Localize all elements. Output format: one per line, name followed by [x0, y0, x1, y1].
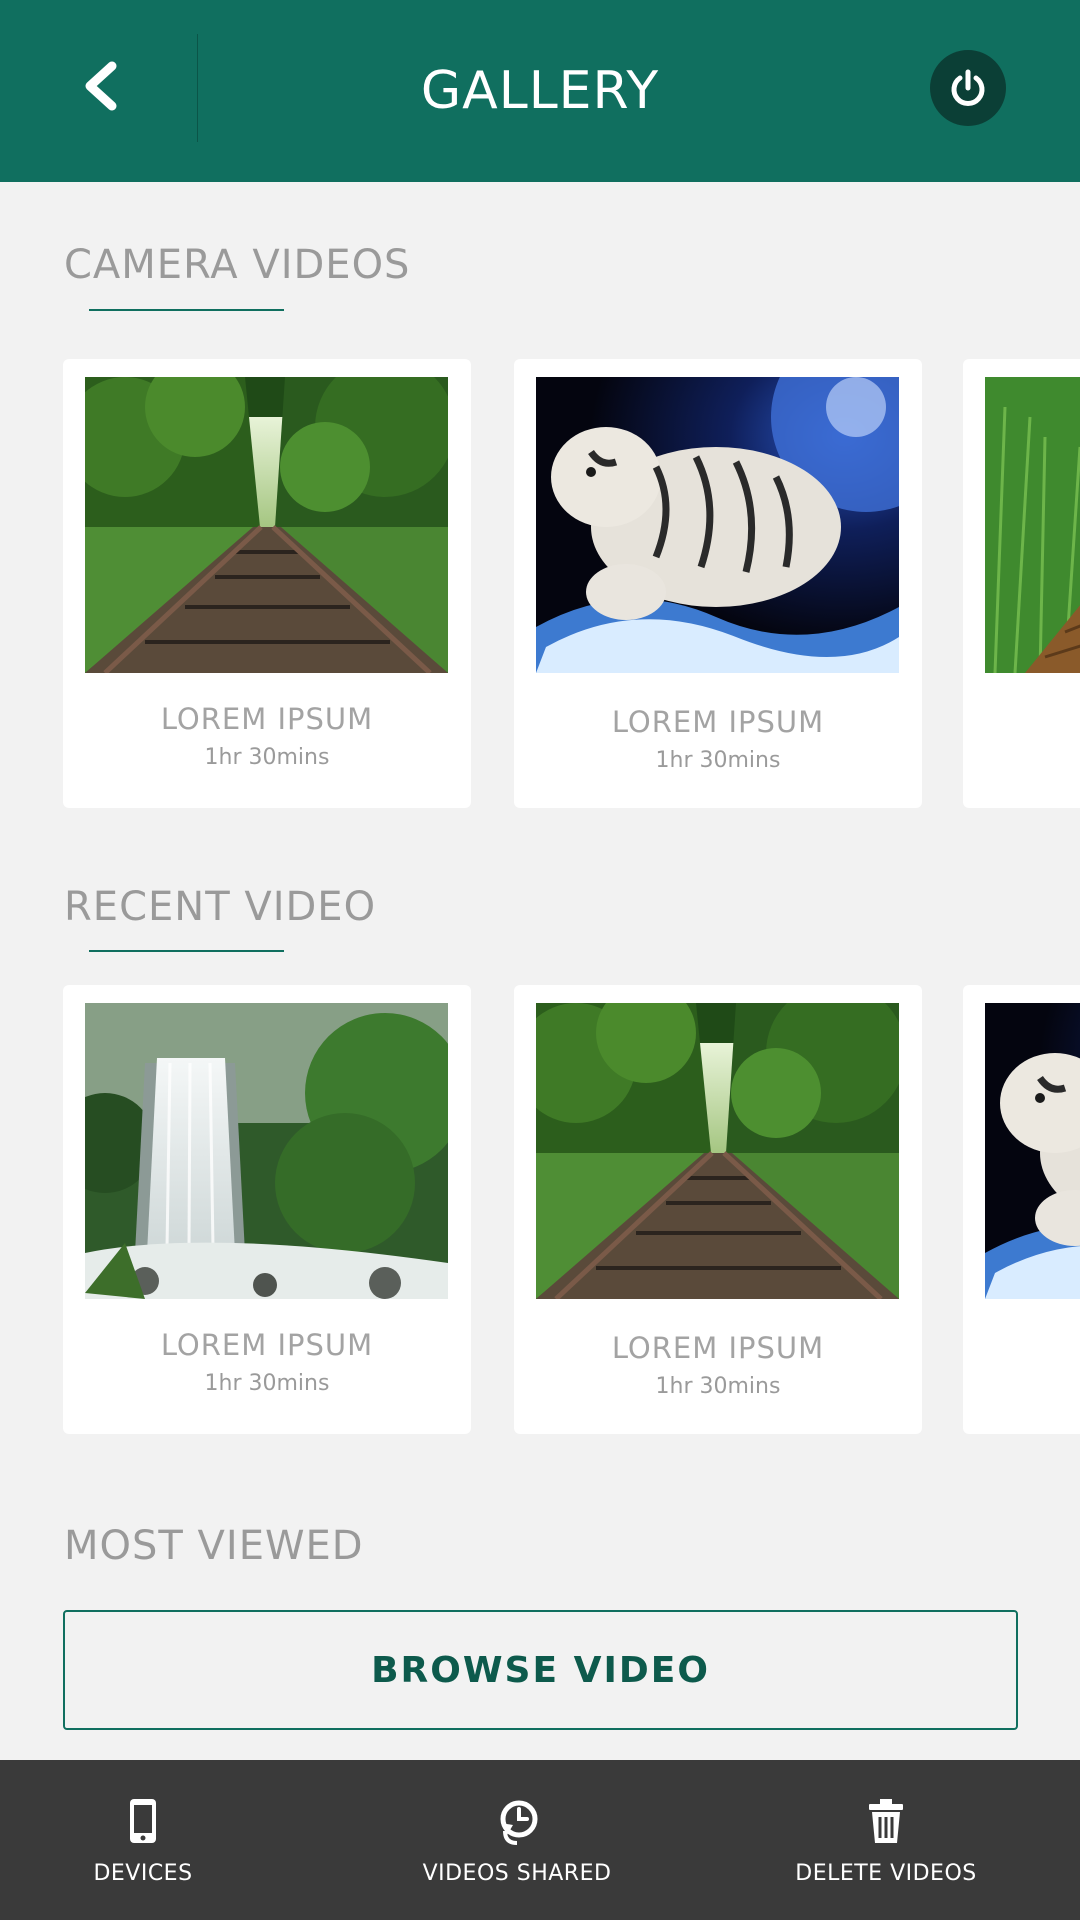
nav-item-devices[interactable]: DEVICES	[63, 1760, 223, 1920]
video-duration: 1hr 30mins	[204, 745, 330, 770]
trash-icon	[868, 1795, 904, 1847]
browse-video-button[interactable]: BROWSE VIDEO	[63, 1610, 1018, 1730]
video-title: LOREM IPSUM	[611, 705, 825, 739]
recent-video-title: RECENT VIDEO	[64, 884, 377, 930]
video-card[interactable]	[963, 359, 1080, 808]
recent-video-underline	[89, 950, 284, 952]
app-header: GALLERY	[0, 0, 1080, 182]
video-title: LOREM IPSUM	[160, 702, 374, 736]
video-title: LOREM IPSUM	[611, 1331, 825, 1365]
video-thumbnail	[536, 1003, 899, 1299]
nav-label: DEVICES	[93, 1860, 193, 1886]
bottom-nav: DEVICES VIDEOS SHARED DELETE VIDEOS	[0, 1760, 1080, 1920]
nav-item-delete-videos[interactable]: DELETE VIDEOS	[771, 1760, 1001, 1920]
video-title: LOREM IPSUM	[160, 1328, 374, 1362]
clock-share-icon	[495, 1795, 539, 1847]
nav-label: DELETE VIDEOS	[795, 1860, 977, 1886]
camera-videos-title: CAMERA VIDEOS	[64, 242, 411, 288]
phone-icon	[128, 1795, 158, 1847]
video-duration: 1hr 30mins	[655, 748, 781, 773]
video-thumbnail	[85, 1003, 448, 1299]
video-thumbnail	[536, 377, 899, 673]
nav-item-videos-shared[interactable]: VIDEOS SHARED	[397, 1760, 637, 1920]
nav-label: VIDEOS SHARED	[422, 1860, 612, 1886]
power-icon	[951, 69, 985, 106]
page-title: GALLERY	[420, 61, 660, 121]
video-thumbnail	[85, 377, 448, 673]
video-duration: 1hr 30mins	[655, 1374, 781, 1399]
back-button[interactable]	[60, 46, 140, 126]
video-duration: 1hr 30mins	[204, 1371, 330, 1396]
video-card[interactable]: LOREM IPSUM 1hr 30mins	[514, 985, 922, 1434]
header-divider	[197, 34, 198, 142]
video-card[interactable]: LOREM IPSUM 1hr 30mins	[63, 359, 471, 808]
video-card[interactable]: LOREM IPSUM 1hr 30mins	[63, 985, 471, 1434]
video-card[interactable]	[963, 985, 1080, 1434]
video-thumbnail	[985, 377, 1080, 673]
video-card[interactable]: LOREM IPSUM 1hr 30mins	[514, 359, 922, 808]
camera-videos-underline	[89, 309, 284, 311]
power-button[interactable]	[930, 50, 1006, 126]
video-thumbnail	[985, 1003, 1080, 1299]
chevron-left-icon	[85, 61, 117, 111]
most-viewed-title: MOST VIEWED	[64, 1523, 364, 1569]
